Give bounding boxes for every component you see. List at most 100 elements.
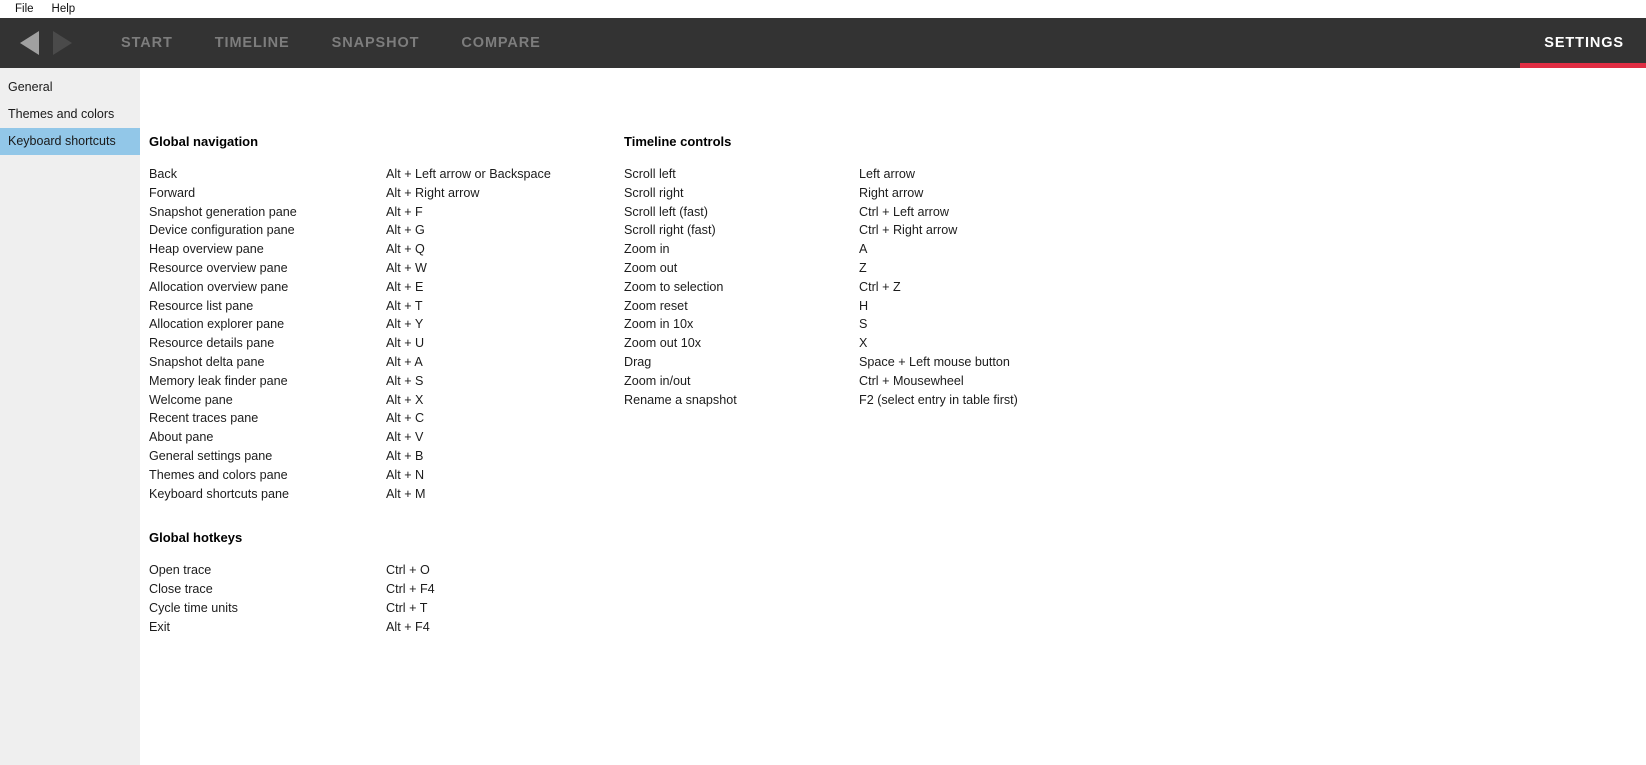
shortcut-keys: Alt + E: [386, 279, 424, 294]
table-row: Rename a snapshot F2 (select entry in tab…: [624, 391, 1224, 410]
table-row: Allocation explorer pane Alt + Y: [149, 315, 624, 334]
shortcut-keys: Alt + T: [386, 298, 423, 313]
table-row: Zoom in A: [624, 240, 1224, 259]
shortcut-keys: Alt + W: [386, 260, 427, 275]
shortcut-action: Exit: [149, 619, 170, 634]
shortcut-keys: S: [859, 317, 868, 332]
arrow-left-icon[interactable]: [20, 31, 39, 55]
table-row: Zoom to selection Ctrl + Z: [624, 278, 1224, 297]
shortcut-action: Themes and colors pane: [149, 467, 288, 482]
table-row: Device configuration pane Alt + G: [149, 221, 624, 240]
shortcut-action: Forward: [149, 185, 196, 200]
group-timeline-controls: Timeline controls Scroll left Left arrow …: [624, 134, 1224, 409]
shortcut-action: Zoom in 10x: [624, 317, 694, 332]
shortcut-action: Zoom out 10x: [624, 336, 702, 351]
shortcut-keys: Alt + Right arrow: [386, 185, 480, 200]
table-row: Zoom reset H: [624, 297, 1224, 316]
table-row: Forward Alt + Right arrow: [149, 184, 624, 203]
shortcut-action: Scroll left: [624, 167, 676, 181]
shortcut-action: Rename a snapshot: [624, 392, 737, 407]
menu-file[interactable]: File: [6, 0, 43, 18]
shortcut-action: Zoom out: [624, 260, 678, 275]
shortcut-action: About pane: [149, 430, 214, 445]
table-row: Zoom in/out Ctrl + Mousewheel: [624, 372, 1224, 391]
shortcut-keys: Alt + G: [386, 223, 425, 238]
group-title: Global navigation: [149, 134, 259, 149]
shortcut-action: Snapshot delta pane: [149, 354, 265, 369]
table-row: Resource overview pane Alt + W: [149, 259, 624, 278]
shortcut-action: Recent traces pane: [149, 411, 259, 426]
shortcut-action: Heap overview pane: [149, 242, 264, 257]
shortcut-keys: Ctrl + F4: [386, 582, 435, 597]
group-title: Timeline controls: [624, 134, 732, 149]
group-title: Global hotkeys: [149, 530, 243, 546]
shortcut-action: Zoom reset: [624, 298, 688, 313]
sidebar-item-general[interactable]: General: [0, 74, 140, 101]
table-row: Resource details pane Alt + U: [149, 334, 624, 353]
shortcut-keys: Alt + U: [386, 336, 425, 351]
table-row: Scroll left Left arrow: [624, 165, 1224, 184]
shortcut-action: Scroll right (fast): [624, 223, 716, 238]
table-row: Recent traces pane Alt + C: [149, 409, 624, 428]
shortcut-action: Allocation explorer pane: [149, 317, 285, 332]
shortcut-keys: Ctrl + O: [386, 563, 430, 578]
shortcut-action: Scroll right: [624, 185, 684, 200]
shortcut-keys: Alt + F4: [386, 619, 430, 634]
table-row: Snapshot delta pane Alt + A: [149, 353, 624, 372]
group-global-hotkeys: Global hotkeys Open trace Ctrl + O Close …: [149, 530, 624, 636]
table-row: Snapshot generation pane Alt + F: [149, 203, 624, 222]
tab-compare[interactable]: COMPARE: [440, 18, 561, 68]
app-header: START TIMELINE SNAPSHOT COMPARE SETTINGS: [0, 18, 1646, 68]
tab-timeline[interactable]: TIMELINE: [194, 18, 311, 68]
shortcut-keys: Alt + A: [386, 354, 423, 369]
arrow-right-icon[interactable]: [53, 31, 72, 55]
shortcut-action: Open trace: [149, 563, 212, 578]
shortcuts-right-column: Timeline controls Scroll left Left arrow …: [624, 134, 1224, 637]
shortcut-action: Welcome pane: [149, 392, 233, 407]
shortcut-keys: Z: [859, 260, 867, 275]
table-row: Scroll right (fast) Ctrl + Right arrow: [624, 221, 1224, 240]
shortcut-keys: Ctrl + T: [386, 600, 428, 615]
shortcut-keys: Alt + Y: [386, 317, 424, 332]
shortcut-keys: Alt + Left arrow or Backspace: [386, 167, 551, 181]
table-row: Cycle time units Ctrl + T: [149, 599, 624, 618]
shortcut-keys: H: [859, 298, 869, 313]
tab-start[interactable]: START: [100, 18, 194, 68]
shortcut-action: Snapshot generation pane: [149, 204, 297, 219]
sidebar-item-themes-and-colors[interactable]: Themes and colors: [0, 101, 140, 128]
table-row: Drag Space + Left mouse button: [624, 353, 1224, 372]
shortcut-action: Device configuration pane: [149, 223, 295, 238]
table-row: Zoom out 10x X: [624, 334, 1224, 353]
shortcut-keys: Alt + V: [386, 430, 424, 445]
shortcut-action: Close trace: [149, 582, 213, 597]
table-row: Themes and colors pane Alt + N: [149, 466, 624, 485]
menu-help[interactable]: Help: [43, 0, 85, 18]
sidebar-item-keyboard-shortcuts[interactable]: Keyboard shortcuts: [0, 128, 140, 155]
shortcut-keys: Ctrl + Right arrow: [859, 223, 958, 238]
shortcut-keys: Ctrl + Mousewheel: [859, 373, 964, 388]
shortcut-action: Drag: [624, 354, 652, 369]
shortcut-action: Zoom in/out: [624, 373, 691, 388]
shortcut-keys: Alt + F: [386, 204, 423, 219]
tab-settings-label: SETTINGS: [1544, 35, 1624, 51]
settings-panel: Global navigation Back Alt + Left arrow o…: [140, 68, 1646, 765]
shortcut-action: Zoom in: [624, 242, 670, 257]
table-row: Heap overview pane Alt + Q: [149, 240, 624, 259]
tab-snapshot[interactable]: SNAPSHOT: [311, 18, 441, 68]
table-row: Allocation overview pane Alt + E: [149, 278, 624, 297]
table-row: Scroll left (fast) Ctrl + Left arrow: [624, 203, 1224, 222]
shortcut-keys: Alt + B: [386, 448, 424, 463]
shortcut-keys: Ctrl + Left arrow: [859, 204, 949, 219]
shortcut-action: Resource details pane: [149, 336, 275, 351]
shortcut-action: Cycle time units: [149, 600, 238, 615]
shortcut-keys: Right arrow: [859, 185, 924, 200]
tab-settings[interactable]: SETTINGS: [1520, 18, 1646, 68]
shortcut-action: General settings pane: [149, 448, 273, 463]
table-row: Back Alt + Left arrow or Backspace: [149, 165, 624, 184]
table-row: Open trace Ctrl + O: [149, 561, 624, 580]
table-row: Memory leak finder pane Alt + S: [149, 372, 624, 391]
shortcut-keys: A: [859, 242, 868, 257]
settings-sidebar: General Themes and colors Keyboard short…: [0, 68, 140, 765]
main-tabs: START TIMELINE SNAPSHOT COMPARE: [100, 18, 562, 68]
table-row: Zoom out Z: [624, 259, 1224, 278]
